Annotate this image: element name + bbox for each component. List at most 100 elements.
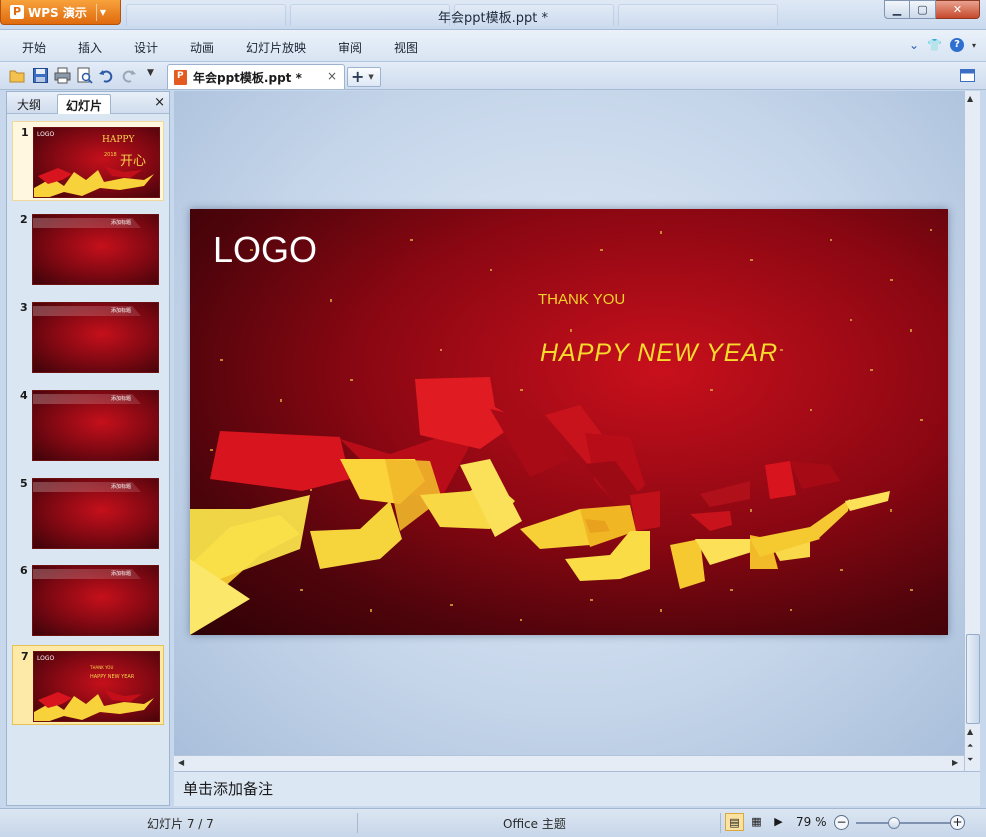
chevron-down-icon[interactable]: ▼ bbox=[368, 73, 373, 81]
menu-design[interactable]: 设计 bbox=[134, 39, 158, 56]
next-slide-icon[interactable]: ⏷ bbox=[967, 755, 973, 765]
slide-editing-area[interactable]: LOGO THANK YOU HAPPY NEW YEAR bbox=[174, 91, 964, 755]
minimize-button[interactable]: ▁ bbox=[884, 0, 910, 19]
slide-counter: 幻灯片 7 / 7 bbox=[147, 817, 214, 831]
undo-icon[interactable] bbox=[98, 67, 115, 84]
zoom-out-button[interactable]: − bbox=[834, 815, 849, 830]
ppt-file-icon bbox=[174, 69, 187, 85]
zoom-level[interactable]: 79 % bbox=[796, 815, 827, 829]
slides-panel: 大纲 幻灯片 × 1 LOGO HAPPY 2018 开心 2 添加标题 3 添… bbox=[6, 91, 170, 806]
menu-slideshow[interactable]: 幻灯片放映 bbox=[246, 39, 306, 56]
help-icon[interactable]: ? bbox=[949, 38, 964, 52]
window-layout-icon[interactable] bbox=[960, 69, 975, 82]
thumb-logo: LOGO bbox=[37, 131, 55, 138]
window-controls: ▁ ▢ ✕ bbox=[884, 0, 980, 19]
menu-animation[interactable]: 动画 bbox=[190, 39, 214, 56]
thumb-happy-new-year: HAPPY NEW YEAR bbox=[90, 674, 135, 680]
theme-name[interactable]: Office 主题 bbox=[503, 815, 566, 832]
ribbon-graphic bbox=[190, 377, 890, 635]
slide-number: 6 bbox=[20, 564, 28, 577]
print-icon[interactable] bbox=[54, 67, 71, 84]
slide-thumbnail-1[interactable]: 1 LOGO HAPPY 2018 开心 bbox=[12, 121, 164, 201]
slide-number: 1 bbox=[21, 126, 29, 139]
scrollbar-thumb[interactable] bbox=[966, 634, 980, 724]
slide-number: 2 bbox=[20, 213, 28, 226]
thumb-header-text: 添加标题 bbox=[111, 308, 132, 314]
slide-sorter-view-button[interactable]: ▦ bbox=[747, 813, 766, 831]
separator bbox=[720, 813, 721, 833]
slide-thumbnail-2[interactable]: 2 添加标题 bbox=[12, 209, 164, 289]
notes-pane[interactable]: 单击添加备注 bbox=[174, 771, 980, 806]
menu-home[interactable]: 开始 bbox=[22, 39, 46, 56]
skin-shirt-icon[interactable]: 👕 bbox=[927, 38, 942, 52]
zoom-slider-track[interactable] bbox=[856, 817, 952, 829]
menu-view[interactable]: 视图 bbox=[394, 39, 418, 56]
chevron-down-icon[interactable]: ⌄ bbox=[909, 38, 919, 52]
close-icon: ✕ bbox=[952, 3, 963, 16]
new-document-button[interactable]: + ▼ bbox=[347, 67, 381, 87]
slide-number: 4 bbox=[20, 389, 28, 402]
close-panel-button[interactable]: × bbox=[154, 95, 165, 110]
slide-thumbnail-7[interactable]: 7 LOGO THANK YOU HAPPY NEW YEAR bbox=[12, 645, 164, 725]
zoom-in-button[interactable]: + bbox=[950, 815, 965, 830]
redo-icon[interactable] bbox=[120, 67, 137, 84]
slideshow-view-button[interactable]: ▶ bbox=[769, 813, 788, 831]
menu-review[interactable]: 审阅 bbox=[338, 39, 362, 56]
save-icon[interactable] bbox=[32, 67, 49, 84]
slide-preview: 添加标题 bbox=[32, 478, 159, 549]
slide-preview: 添加标题 bbox=[32, 214, 159, 285]
slide-number: 7 bbox=[21, 650, 29, 663]
document-tab[interactable]: 年会ppt模板.ppt * × bbox=[167, 64, 345, 89]
zoom-slider-handle[interactable] bbox=[887, 817, 900, 829]
slide-preview: 添加标题 bbox=[32, 565, 159, 636]
menu-insert[interactable]: 插入 bbox=[78, 39, 102, 56]
thumb-header-text: 添加标题 bbox=[111, 220, 132, 226]
scroll-up-arrow-icon[interactable]: ▲ bbox=[967, 727, 973, 736]
print-preview-icon[interactable] bbox=[76, 67, 93, 84]
quick-access-toolbar: ▼ 年会ppt模板.ppt * × + ▼ bbox=[0, 62, 986, 90]
title-bar: P WPS 演示 ▼ 年会ppt模板.ppt * ▁ ▢ ✕ bbox=[0, 0, 986, 30]
scroll-up-arrow-icon[interactable]: ▲ bbox=[967, 94, 973, 103]
menu-bar: 开始 插入 设计 动画 幻灯片放映 审阅 视图 ⌄ 👕 ? ▾ bbox=[0, 30, 986, 62]
window-title: 年会ppt模板.ppt * bbox=[438, 11, 548, 26]
close-button[interactable]: ✕ bbox=[936, 0, 980, 19]
slide-preview: LOGO THANK YOU HAPPY NEW YEAR bbox=[33, 651, 160, 722]
separator bbox=[357, 813, 358, 833]
plus-icon: + bbox=[351, 67, 365, 86]
maximize-icon: ▢ bbox=[917, 3, 928, 16]
slide-greeting-text[interactable]: HAPPY NEW YEAR bbox=[540, 339, 778, 368]
current-slide[interactable]: LOGO THANK YOU HAPPY NEW YEAR bbox=[190, 209, 948, 635]
slide-thumbnail-5[interactable]: 5 添加标题 bbox=[12, 473, 164, 553]
scroll-right-arrow-icon[interactable]: ▶ bbox=[952, 758, 958, 767]
slide-thank-you-text[interactable]: THANK YOU bbox=[538, 291, 625, 308]
panel-tabs: 大纲 幻灯片 × bbox=[7, 92, 169, 114]
thumb-header-text: 添加标题 bbox=[111, 484, 132, 490]
previous-slide-icon[interactable]: ⏶ bbox=[967, 741, 973, 751]
horizontal-scrollbar[interactable]: ◀ ▶ bbox=[174, 755, 964, 771]
chevron-down-icon[interactable]: ▾ bbox=[972, 41, 976, 50]
scroll-left-arrow-icon[interactable]: ◀ bbox=[178, 758, 184, 767]
thumb-logo: LOGO bbox=[37, 655, 55, 662]
thumb-title: HAPPY bbox=[102, 135, 135, 145]
tab-slides[interactable]: 幻灯片 bbox=[57, 94, 112, 114]
status-bar: 幻灯片 7 / 7 Office 主题 ▤ ▦ ▶ 79 % − + bbox=[0, 808, 986, 837]
slide-thumbnail-6[interactable]: 6 添加标题 bbox=[12, 560, 164, 640]
ribbon-graphic bbox=[34, 166, 154, 197]
normal-view-button[interactable]: ▤ bbox=[725, 813, 744, 831]
slide-preview: LOGO HAPPY 2018 开心 bbox=[33, 127, 160, 198]
slide-thumbnail-4[interactable]: 4 添加标题 bbox=[12, 385, 164, 465]
close-tab-button[interactable]: × bbox=[327, 69, 337, 83]
slide-preview: 添加标题 bbox=[32, 390, 159, 461]
slide-number: 3 bbox=[20, 301, 28, 314]
open-folder-icon[interactable] bbox=[9, 67, 26, 84]
menu-right-tools: ⌄ 👕 ? ▾ bbox=[909, 38, 976, 52]
slide-thumbnail-3[interactable]: 3 添加标题 bbox=[12, 297, 164, 377]
slide-number: 5 bbox=[20, 477, 28, 490]
maximize-button[interactable]: ▢ bbox=[910, 0, 936, 19]
toolbar-customize-dropdown[interactable]: ▼ bbox=[147, 68, 154, 78]
vertical-scrollbar[interactable]: ▲ ▲ ⏶ ⏷ bbox=[964, 91, 980, 771]
slide-logo-text[interactable]: LOGO bbox=[213, 229, 317, 271]
slide-preview: 添加标题 bbox=[32, 302, 159, 373]
tab-outline[interactable]: 大纲 bbox=[9, 94, 49, 114]
document-tab-label: 年会ppt模板.ppt * bbox=[193, 70, 302, 85]
